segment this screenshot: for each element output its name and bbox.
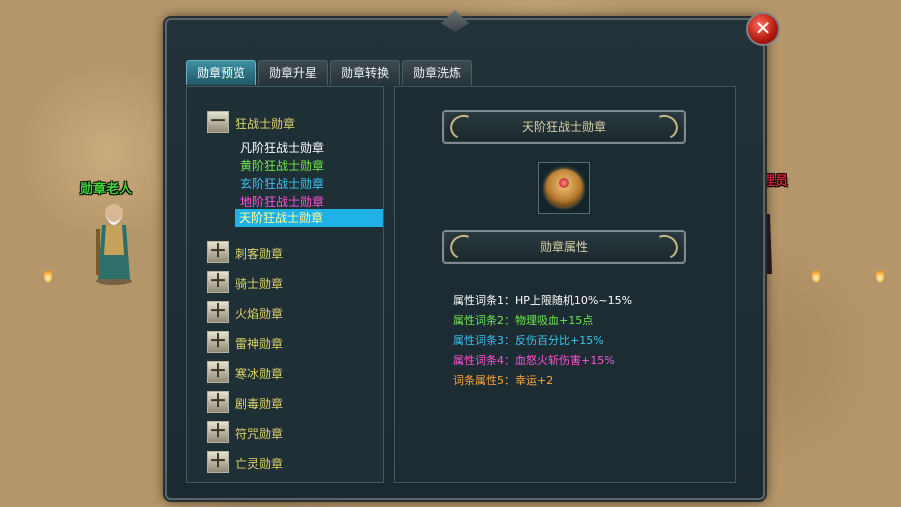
category-thunder[interactable]: 雷神勋章 <box>235 335 283 352</box>
npc-name-right: 理员 <box>762 174 789 189</box>
category-berserker[interactable]: 狂战士勋章 <box>235 115 295 132</box>
medal-attributes-header: 勋章属性 <box>539 240 588 254</box>
banner-curl-right-icon <box>648 111 682 143</box>
expand-toggle-thunder[interactable]: ＋ <box>207 331 229 353</box>
attribute-value: HP上限随机10%~15% <box>515 294 633 307</box>
collapse-toggle-berserker[interactable]: － <box>207 111 229 133</box>
medal-attributes-banner: 勋章属性 <box>442 230 686 264</box>
medal-slot[interactable] <box>538 162 590 214</box>
category-undead[interactable]: 亡灵勋章 <box>235 455 283 472</box>
expand-toggle-talisman[interactable]: ＋ <box>207 421 229 443</box>
attribute-line-5: 词条属性5：幸运+2 <box>453 372 553 388</box>
expand-toggle-frost[interactable]: ＋ <box>207 361 229 383</box>
close-icon: ✕ <box>754 16 772 40</box>
attribute-value: 血怒火斩伤害+15% <box>515 354 615 367</box>
tree-item-mortal-berserker[interactable]: 凡阶狂战士勋章 <box>240 139 324 156</box>
medal-detail-pane <box>394 86 736 483</box>
close-button[interactable]: ✕ <box>746 12 780 46</box>
category-frost[interactable]: 寒冰勋章 <box>235 365 283 382</box>
attribute-key: 属性词条2： <box>453 314 515 327</box>
attribute-key: 属性词条1： <box>453 294 515 307</box>
expand-toggle-flame[interactable]: ＋ <box>207 301 229 323</box>
category-poison[interactable]: 剧毒勋章 <box>235 395 283 412</box>
tree-item-heaven-berserker[interactable]: 天阶狂战士勋章 <box>235 209 383 227</box>
attribute-value: 幸运+2 <box>515 374 554 387</box>
attribute-value: 反伤百分比+15% <box>515 334 604 347</box>
torch-flame-left <box>44 268 52 282</box>
tree-item-yellow-berserker[interactable]: 黄阶狂战士勋章 <box>240 157 324 174</box>
attribute-key: 属性词条3： <box>453 334 515 347</box>
medal-title: 天阶狂战士勋章 <box>521 120 606 134</box>
medal-icon <box>545 169 583 207</box>
category-assassin[interactable]: 刺客勋章 <box>235 245 283 262</box>
tab-medal-refine[interactable]: 勋章洗炼 <box>402 60 473 85</box>
attribute-value: 物理吸血+15点 <box>515 314 594 327</box>
tab-bar: 勋章预览 勋章升星 勋章转换 勋章洗炼 <box>186 60 473 85</box>
tab-medal-upgrade-star[interactable]: 勋章升星 <box>258 60 329 85</box>
npc-medal-elder[interactable] <box>92 195 136 285</box>
expand-toggle-knight[interactable]: ＋ <box>207 271 229 293</box>
medal-gem-icon <box>559 178 569 188</box>
attribute-key: 属性词条4： <box>453 354 515 367</box>
torch-flame-right-2 <box>876 268 884 282</box>
attribute-line-2: 属性词条2：物理吸血+15点 <box>453 312 593 328</box>
expand-toggle-assassin[interactable]: ＋ <box>207 241 229 263</box>
torch-flame-right-1 <box>812 268 820 282</box>
attribute-key: 词条属性5： <box>453 374 515 387</box>
expand-toggle-undead[interactable]: ＋ <box>207 451 229 473</box>
tab-medal-convert[interactable]: 勋章转换 <box>330 60 401 85</box>
attribute-line-1: 属性词条1：HP上限随机10%~15% <box>453 292 632 308</box>
category-talisman[interactable]: 符咒勋章 <box>235 425 283 442</box>
category-flame[interactable]: 火焰勋章 <box>235 305 283 322</box>
attribute-line-3: 属性词条3：反伤百分比+15% <box>453 332 604 348</box>
attribute-line-4: 属性词条4：血怒火斩伤害+15% <box>453 352 615 368</box>
tree-item-earth-berserker[interactable]: 地阶狂战士勋章 <box>240 193 324 210</box>
category-knight[interactable]: 骑士勋章 <box>235 275 283 292</box>
medal-title-banner: 天阶狂战士勋章 <box>442 110 686 144</box>
tab-medal-preview[interactable]: 勋章预览 <box>186 60 257 85</box>
banner-curl-right-icon <box>648 231 682 263</box>
tree-item-mystic-berserker[interactable]: 玄阶狂战士勋章 <box>240 175 324 192</box>
expand-toggle-poison[interactable]: ＋ <box>207 391 229 413</box>
